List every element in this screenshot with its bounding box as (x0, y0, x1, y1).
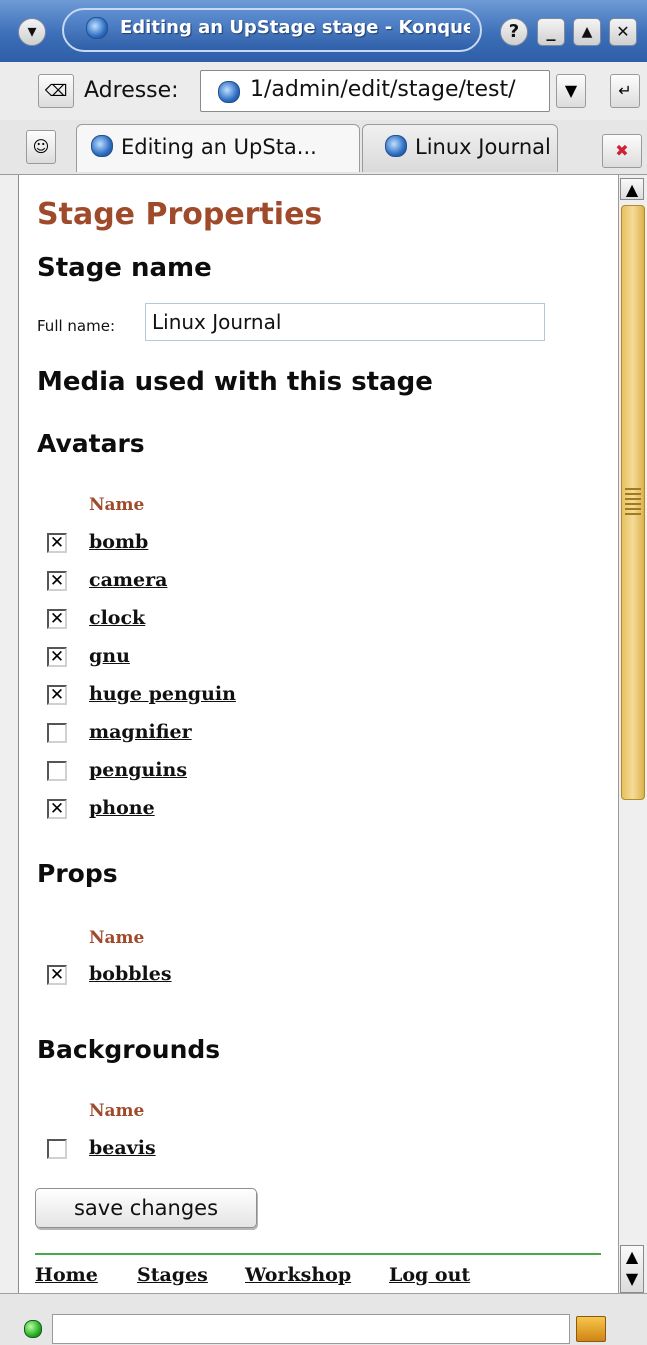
avatar-checkbox-gnu[interactable]: ✕ (47, 647, 67, 667)
avatar-checkbox-huge-penguin[interactable]: ✕ (47, 685, 67, 705)
konqueror-icon (86, 17, 108, 39)
location-label: Adresse: (84, 78, 179, 103)
backgrounds-name-column-header: Name (89, 1101, 145, 1121)
footer-link-logout[interactable]: Log out (389, 1264, 470, 1286)
backgrounds-heading: Backgrounds (37, 1035, 221, 1064)
location-url[interactable]: 1/admin/edit/stage/test/ (250, 77, 516, 102)
footer-link-home[interactable]: Home (35, 1264, 98, 1286)
media-heading: Media used with this stage (37, 367, 433, 397)
footer-divider (35, 1253, 601, 1255)
status-led-icon (24, 1320, 42, 1338)
scroll-up-icon[interactable]: ▲ (620, 178, 644, 200)
help-button[interactable]: ? (500, 18, 528, 46)
footer-link-workshop[interactable]: Workshop (245, 1264, 351, 1286)
prop-checkbox-bobbles[interactable]: ✕ (47, 965, 67, 985)
background-checkbox-beavis[interactable] (47, 1139, 67, 1159)
tab-label: Editing an UpSta... (121, 135, 317, 159)
avatar-checkbox-magnifier[interactable] (47, 723, 67, 743)
avatar-checkbox-bomb[interactable]: ✕ (47, 533, 67, 553)
window-title: Editing an UpStage stage - Konque (120, 17, 470, 38)
background-link[interactable]: beavis (89, 1137, 156, 1159)
avatar-link[interactable]: camera (89, 569, 167, 591)
avatar-link[interactable]: clock (89, 607, 145, 629)
scroll-down-icon[interactable]: ▲ ▼ (620, 1245, 644, 1293)
folder-icon[interactable] (576, 1316, 606, 1342)
avatar-checkbox-camera[interactable]: ✕ (47, 571, 67, 591)
avatar-checkbox-clock[interactable]: ✕ (47, 609, 67, 629)
avatar-checkbox-phone[interactable]: ✕ (47, 799, 67, 819)
window-menu-button[interactable]: ▾ (18, 18, 46, 46)
avatar-link[interactable]: gnu (89, 645, 130, 667)
avatars-heading: Avatars (37, 429, 145, 458)
avatar-link[interactable]: huge penguin (89, 683, 236, 705)
tab-label: Linux Journal (415, 135, 551, 159)
avatar-link[interactable]: bomb (89, 531, 148, 553)
tab-favicon-icon (385, 135, 407, 157)
avatar-link[interactable]: phone (89, 797, 155, 819)
minimize-button[interactable]: _ (537, 18, 565, 46)
stage-name-heading: Stage name (37, 253, 212, 283)
full-name-label: Full name: (37, 317, 116, 335)
avatars-name-column-header: Name (89, 495, 145, 515)
footer-link-stages[interactable]: Stages (137, 1264, 208, 1286)
page-favicon-icon (218, 81, 240, 103)
close-button[interactable]: ✕ (609, 18, 637, 46)
tab-editing-stage[interactable]: Editing an UpSta... (76, 124, 360, 172)
avatar-link[interactable]: penguins (89, 759, 187, 781)
tab-linux-journal[interactable]: Linux Journal (362, 124, 558, 172)
prop-link[interactable]: bobbles (89, 963, 172, 985)
page-title: Stage Properties (37, 197, 323, 232)
avatar-link[interactable]: magnifier (89, 721, 192, 743)
history-dropdown-icon[interactable]: ▼ (556, 74, 586, 108)
go-icon[interactable]: ↵ (610, 74, 640, 108)
props-heading: Props (37, 859, 118, 888)
save-changes-button[interactable]: save changes (35, 1188, 257, 1228)
props-name-column-header: Name (89, 928, 145, 948)
page-content: Stage Properties Stage name Full name: M… (18, 175, 618, 1293)
clear-location-icon[interactable]: ⌫ (38, 74, 74, 108)
status-text-field (52, 1314, 570, 1344)
tab-favicon-icon (91, 135, 113, 157)
avatar-checkbox-penguins[interactable] (47, 761, 67, 781)
scrollbar-grip-icon (625, 488, 641, 516)
new-tab-icon[interactable]: ☺ (26, 130, 56, 164)
close-tab-icon[interactable]: ✖ (602, 134, 642, 168)
maximize-button[interactable]: ▲ (573, 18, 601, 46)
full-name-input[interactable] (145, 303, 545, 341)
